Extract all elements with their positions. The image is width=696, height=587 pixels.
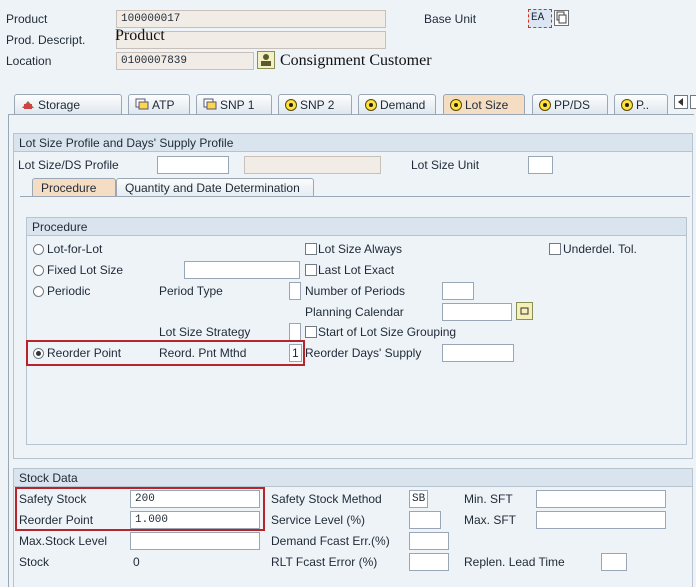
stock-value: 0 bbox=[133, 555, 140, 569]
service-level-field[interactable] bbox=[409, 511, 441, 529]
tab-scroll-left-button[interactable] bbox=[674, 95, 688, 109]
tab-snp1[interactable]: SNP 1 bbox=[196, 94, 272, 115]
radio-icon bbox=[621, 99, 633, 111]
planning-calendar-label: Planning Calendar bbox=[305, 305, 404, 319]
lot-size-strategy-label: Lot Size Strategy bbox=[159, 325, 251, 339]
atp-icon bbox=[135, 98, 149, 113]
safety-stock-method-field[interactable]: SB bbox=[409, 490, 428, 508]
period-type-field[interactable] bbox=[289, 282, 301, 300]
tab-label: Demand bbox=[380, 98, 426, 112]
stock-label: Stock bbox=[19, 555, 50, 569]
procedure-title: Procedure bbox=[27, 218, 686, 236]
start-lot-size-grouping-checkbox[interactable] bbox=[305, 326, 317, 338]
prod-descript-label: Prod. Descript. bbox=[6, 33, 86, 47]
tab-label: SNP 2 bbox=[300, 98, 335, 112]
customer-icon[interactable] bbox=[257, 51, 275, 69]
max-sft-label: Max. SFT bbox=[464, 513, 517, 527]
number-of-periods-field[interactable] bbox=[442, 282, 474, 300]
prod-descript-value: Product bbox=[115, 27, 165, 44]
storage-icon bbox=[21, 98, 35, 113]
fixed-lot-size-field[interactable] bbox=[184, 261, 300, 279]
tab-ppds[interactable]: PP/DS bbox=[532, 94, 608, 115]
stock-highlight bbox=[15, 487, 265, 531]
tab-label: ATP bbox=[152, 98, 175, 112]
rlt-fcast-error-label: RLT Fcast Error (%) bbox=[271, 555, 378, 569]
lot-size-strategy-field[interactable] bbox=[289, 323, 301, 341]
last-lot-exact-label: Last Lot Exact bbox=[318, 263, 395, 277]
subtab-procedure[interactable]: Procedure bbox=[32, 178, 116, 197]
max-sft-field[interactable] bbox=[536, 511, 666, 529]
demand-fcast-err-field[interactable] bbox=[409, 532, 449, 550]
tab-more[interactable]: P.. bbox=[614, 94, 668, 115]
lot-for-lot-label: Lot-for-Lot bbox=[47, 242, 103, 256]
copy-icon[interactable] bbox=[554, 10, 569, 26]
radio-icon bbox=[450, 99, 462, 111]
reorder-point-highlight bbox=[26, 340, 305, 366]
lot-size-ds-profile-field[interactable] bbox=[157, 156, 229, 174]
fixed-lot-size-label: Fixed Lot Size bbox=[47, 263, 124, 277]
lot-size-ds-profile-label: Lot Size/DS Profile bbox=[18, 158, 119, 172]
reorder-days-supply-field[interactable] bbox=[442, 344, 514, 362]
service-level-label: Service Level (%) bbox=[271, 513, 366, 527]
tab-storage[interactable]: Storage bbox=[14, 94, 122, 115]
tab-lot-size[interactable]: Lot Size bbox=[443, 94, 525, 115]
base-unit-field[interactable]: EA bbox=[528, 9, 552, 28]
tab-label: Storage bbox=[38, 98, 81, 112]
underdel-tol-checkbox[interactable] bbox=[549, 243, 561, 255]
radio-icon bbox=[365, 99, 377, 111]
lot-size-profile-title: Lot Size Profile and Days' Supply Profil… bbox=[14, 134, 692, 152]
start-lot-size-grouping-label: Start of Lot Size Grouping bbox=[318, 325, 457, 339]
max-stock-level-label: Max.Stock Level bbox=[19, 534, 108, 548]
max-stock-level-field[interactable] bbox=[130, 532, 260, 550]
tab-atp[interactable]: ATP bbox=[128, 94, 190, 115]
tab-label: PP/DS bbox=[554, 98, 591, 112]
replen-lead-time-label: Replen. Lead Time bbox=[464, 555, 565, 569]
tab-label: P.. bbox=[636, 98, 650, 112]
underdel-tol-label: Underdel. Tol. bbox=[563, 242, 637, 256]
tab-scroll-right-button[interactable] bbox=[690, 95, 696, 109]
last-lot-exact-checkbox[interactable] bbox=[305, 264, 317, 276]
min-sft-field[interactable] bbox=[536, 490, 666, 508]
planning-calendar-field[interactable] bbox=[442, 303, 512, 321]
subtab-line bbox=[20, 196, 690, 197]
location-label: Location bbox=[6, 54, 52, 68]
periodic-radio[interactable] bbox=[33, 286, 44, 297]
snp-icon bbox=[203, 98, 217, 113]
tab-snp2[interactable]: SNP 2 bbox=[278, 94, 352, 115]
lot-for-lot-radio[interactable] bbox=[33, 244, 44, 255]
lot-size-unit-field[interactable] bbox=[528, 156, 553, 174]
replen-lead-time-field[interactable] bbox=[601, 553, 627, 571]
stock-data-title: Stock Data bbox=[14, 469, 692, 487]
number-of-periods-label: Number of Periods bbox=[305, 284, 406, 298]
periodic-label: Periodic bbox=[47, 284, 91, 298]
min-sft-label: Min. SFT bbox=[464, 492, 513, 506]
lot-size-always-checkbox[interactable] bbox=[305, 243, 317, 255]
base-unit-label: Base Unit bbox=[424, 12, 477, 26]
fixed-lot-size-radio[interactable] bbox=[33, 265, 44, 276]
product-label: Product bbox=[6, 12, 48, 26]
lot-size-always-label: Lot Size Always bbox=[318, 242, 403, 256]
tab-label: Lot Size bbox=[465, 98, 509, 112]
radio-icon bbox=[285, 99, 297, 111]
location-field[interactable]: 0100007839 bbox=[116, 52, 254, 70]
tab-demand[interactable]: Demand bbox=[358, 94, 436, 115]
reorder-days-supply-label: Reorder Days' Supply bbox=[305, 346, 422, 360]
lot-size-unit-label: Lot Size Unit bbox=[411, 158, 480, 172]
period-type-label: Period Type bbox=[159, 284, 223, 298]
subtab-quantity-date[interactable]: Quantity and Date Determination bbox=[116, 178, 314, 197]
lot-size-ds-profile-desc bbox=[244, 156, 381, 174]
calendar-help-button[interactable] bbox=[516, 302, 533, 320]
radio-icon bbox=[539, 99, 551, 111]
product-field[interactable]: 100000017 bbox=[116, 10, 386, 28]
safety-stock-method-label: Safety Stock Method bbox=[271, 492, 382, 506]
demand-fcast-err-label: Demand Fcast Err.(%) bbox=[271, 534, 390, 548]
rlt-fcast-error-field[interactable] bbox=[409, 553, 449, 571]
location-name: Consignment Customer bbox=[280, 52, 432, 69]
tab-label: SNP 1 bbox=[220, 98, 255, 112]
